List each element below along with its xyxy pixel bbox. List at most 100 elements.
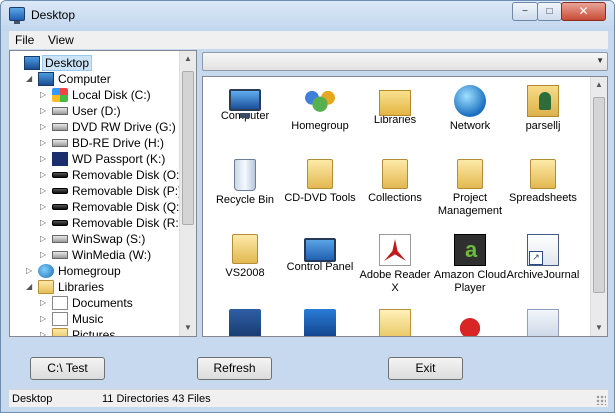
libraries-icon: [379, 90, 411, 116]
file-item[interactable]: [355, 309, 435, 336]
scroll-thumb[interactable]: [182, 71, 194, 225]
tree-item-label: Pictures: [72, 328, 116, 337]
tree-expander-icon[interactable]: ▷: [40, 327, 50, 336]
folder-icon: [530, 159, 556, 189]
homegroup-icon: [304, 85, 336, 117]
status-summary: 11 Directories 43 Files: [102, 393, 211, 405]
file-item[interactable]: Recycle Bin: [205, 159, 285, 207]
tree-item-label: WinMedia (W:): [72, 248, 152, 262]
file-item[interactable]: Homegroup: [280, 85, 360, 133]
tree-item-label: User (D:): [72, 104, 121, 118]
control-panel-icon: [304, 238, 336, 262]
file-item[interactable]: Control Panel: [280, 234, 360, 274]
folder-tree[interactable]: Desktop ◢ Computer ▷ Local Disk (C:) ▷ User (D…: [9, 50, 197, 337]
tree-scrollbar[interactable]: ▲ ▼: [179, 51, 196, 336]
adobe-reader-icon: [379, 234, 411, 266]
amazon-cloud-player-icon: [454, 234, 486, 266]
close-button[interactable]: ✕: [561, 2, 606, 21]
menu-file[interactable]: File: [15, 33, 34, 47]
file-item[interactable]: Adobe Reader X: [355, 234, 435, 295]
tree-item-label: WinSwap (S:): [72, 232, 146, 246]
file-item[interactable]: VS2008: [205, 234, 285, 280]
title-bar[interactable]: Desktop − □ ✕: [1, 1, 614, 31]
shortcut-icon: [229, 309, 261, 336]
tree-expander-icon[interactable]: ▷: [40, 119, 50, 135]
resize-grip-icon[interactable]: [596, 395, 606, 405]
folder-icon: [232, 234, 258, 264]
scroll-down-arrow-icon[interactable]: ▼: [591, 320, 607, 336]
removable-disk-icon: [52, 172, 68, 178]
path-dropdown[interactable]: ▼: [202, 52, 608, 71]
maximize-button[interactable]: □: [537, 2, 562, 21]
file-item-label: Project Management: [437, 192, 503, 217]
shortcut-icon: [527, 309, 559, 336]
file-item-label: parsellj: [525, 120, 561, 132]
tree-expander-icon[interactable]: ▷: [40, 247, 50, 263]
drive-icon: [52, 123, 68, 131]
file-item-label: Amazon Cloud Player: [433, 269, 507, 294]
shortcut-icon: [527, 234, 559, 266]
test-button[interactable]: C:\ Test: [30, 357, 105, 380]
scroll-down-arrow-icon[interactable]: ▼: [180, 320, 196, 336]
file-item[interactable]: [205, 309, 285, 336]
tree-item-label: Music: [72, 312, 104, 326]
file-item[interactable]: Spreadsheets: [503, 159, 583, 205]
tree-expander-icon[interactable]: ▷: [40, 199, 50, 215]
tree-expander-icon[interactable]: ▷: [40, 215, 50, 231]
music-icon: [52, 312, 68, 326]
tree-expander-icon[interactable]: ▷: [40, 231, 50, 247]
refresh-button[interactable]: Refresh: [197, 357, 272, 380]
file-item[interactable]: Collections: [355, 159, 435, 205]
file-view[interactable]: Computer Homegroup Libraries Network parsell…: [202, 76, 608, 337]
file-item-label: Recycle Bin: [215, 194, 275, 206]
file-item[interactable]: Computer: [205, 85, 285, 123]
homegroup-icon: [38, 264, 54, 278]
tree-expander-icon[interactable]: ▷: [40, 135, 50, 151]
tree-item-label: Local Disk (C:): [72, 88, 151, 102]
folder-icon: [307, 159, 333, 189]
tree-expander-icon[interactable]: ▷: [26, 263, 36, 279]
file-item[interactable]: Amazon Cloud Player: [430, 234, 510, 295]
file-item[interactable]: CD-DVD Tools: [280, 159, 360, 205]
document-icon: [52, 296, 68, 310]
file-item[interactable]: [503, 309, 583, 336]
file-item-label: Control Panel: [286, 261, 354, 273]
tree-expander-icon[interactable]: ◢: [26, 71, 36, 87]
file-item-label: Network: [449, 120, 491, 132]
tree-expander-icon[interactable]: ▷: [40, 103, 50, 119]
tree-item-label: Removable Disk (R:): [72, 216, 183, 230]
file-item[interactable]: [280, 309, 360, 336]
folder-icon: [382, 159, 408, 189]
drive-icon: [52, 251, 68, 259]
tree-expander-icon[interactable]: ▷: [40, 183, 50, 199]
chevron-down-icon[interactable]: ▼: [596, 56, 604, 65]
tree-item-label: Computer: [58, 72, 111, 86]
scroll-thumb[interactable]: [593, 97, 605, 293]
file-item-label: VS2008: [225, 267, 265, 279]
tree-expander-icon[interactable]: ▷: [40, 87, 50, 103]
file-item[interactable]: Libraries: [355, 85, 435, 127]
file-item[interactable]: [430, 309, 510, 336]
status-location: Desktop: [12, 393, 53, 405]
tree-item-label: BD-RE Drive (H:): [72, 136, 164, 150]
tree-expander-icon[interactable]: ▷: [40, 295, 50, 311]
mail-icon: [379, 309, 411, 336]
tree-expander-icon[interactable]: ▷: [40, 167, 50, 183]
exit-button[interactable]: Exit: [388, 357, 463, 380]
tree-item-label: Desktop: [42, 55, 93, 71]
scroll-up-arrow-icon[interactable]: ▲: [591, 77, 607, 93]
user-folder-icon: [527, 85, 559, 117]
minimize-button[interactable]: −: [512, 2, 538, 21]
menu-view[interactable]: View: [48, 33, 74, 47]
file-item[interactable]: ArchiveJournal: [503, 234, 583, 282]
file-item[interactable]: parsellj: [503, 85, 583, 133]
file-item[interactable]: Project Management: [430, 159, 510, 218]
file-view-scrollbar[interactable]: ▲ ▼: [590, 77, 607, 336]
scroll-up-arrow-icon[interactable]: ▲: [180, 51, 196, 67]
tree-expander-icon[interactable]: ▷: [40, 151, 50, 167]
tree-item-label: Documents: [72, 296, 133, 310]
file-item[interactable]: Network: [430, 85, 510, 133]
app-monitor-icon: [9, 7, 25, 24]
tree-expander-icon[interactable]: ◢: [26, 279, 36, 295]
tree-expander-icon[interactable]: ▷: [40, 311, 50, 327]
